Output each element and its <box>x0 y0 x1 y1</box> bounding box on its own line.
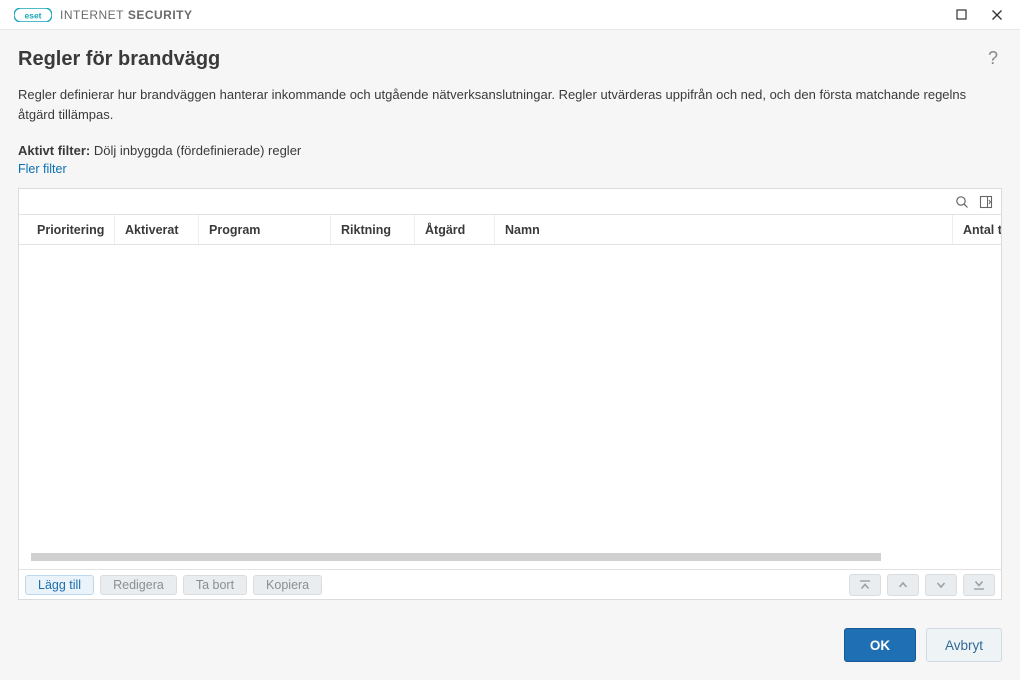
brand-text: INTERNET SECURITY <box>60 8 193 22</box>
footer-left-buttons: Lägg till Redigera Ta bort Kopiera <box>25 575 322 595</box>
table-body <box>19 245 1001 569</box>
ok-button[interactable]: OK <box>844 628 916 662</box>
maximize-button[interactable] <box>944 2 978 28</box>
dialog-buttons: OK Avbryt <box>18 628 1002 662</box>
close-button[interactable] <box>980 2 1014 28</box>
delete-button: Ta bort <box>183 575 247 595</box>
active-filter-label: Aktivt filter: <box>18 143 90 158</box>
panel-top-toolbar <box>19 189 1001 215</box>
page-title: Regler för brandvägg <box>18 48 220 71</box>
col-enabled[interactable]: Aktiverat <box>115 215 199 244</box>
col-action[interactable]: Åtgärd <box>415 215 495 244</box>
help-icon[interactable]: ? <box>984 48 1002 69</box>
content-area: Regler för brandvägg ? Regler definierar… <box>0 30 1020 680</box>
panel-footer: Lägg till Redigera Ta bort Kopiera <box>19 569 1001 599</box>
search-icon[interactable] <box>953 193 971 211</box>
footer-right-buttons <box>849 574 995 596</box>
move-up-button <box>887 574 919 596</box>
window-controls <box>944 2 1014 28</box>
cancel-button[interactable]: Avbryt <box>926 628 1002 662</box>
page-header: Regler för brandvägg ? <box>18 48 1002 85</box>
table-header: Prioritering Aktiverat Program Riktning … <box>19 215 1001 245</box>
copy-button: Kopiera <box>253 575 322 595</box>
col-program[interactable]: Program <box>199 215 331 244</box>
svg-text:eset: eset <box>24 10 41 20</box>
col-name[interactable]: Namn <box>495 215 953 244</box>
panel-options-icon[interactable] <box>977 193 995 211</box>
title-bar: eset INTERNET SECURITY <box>0 0 1020 30</box>
col-priority[interactable]: Prioritering <box>19 215 115 244</box>
edit-button: Redigera <box>100 575 177 595</box>
col-count[interactable]: Antal ti <box>953 215 1001 244</box>
page-description: Regler definierar hur brandväggen hanter… <box>18 85 1002 125</box>
active-filter: Aktivt filter: Dölj inbyggda (fördefinie… <box>18 143 1002 158</box>
brand: eset INTERNET SECURITY <box>14 8 193 22</box>
add-button[interactable]: Lägg till <box>25 575 94 595</box>
move-top-button <box>849 574 881 596</box>
eset-logo: eset <box>14 8 52 22</box>
more-filters-link[interactable]: Fler filter <box>18 162 1002 176</box>
col-direction[interactable]: Riktning <box>331 215 415 244</box>
move-bottom-button <box>963 574 995 596</box>
active-filter-value: Dölj inbyggda (fördefinierade) regler <box>94 143 301 158</box>
rules-panel: Prioritering Aktiverat Program Riktning … <box>18 188 1002 600</box>
move-down-button <box>925 574 957 596</box>
horizontal-scrollbar[interactable] <box>31 553 881 561</box>
